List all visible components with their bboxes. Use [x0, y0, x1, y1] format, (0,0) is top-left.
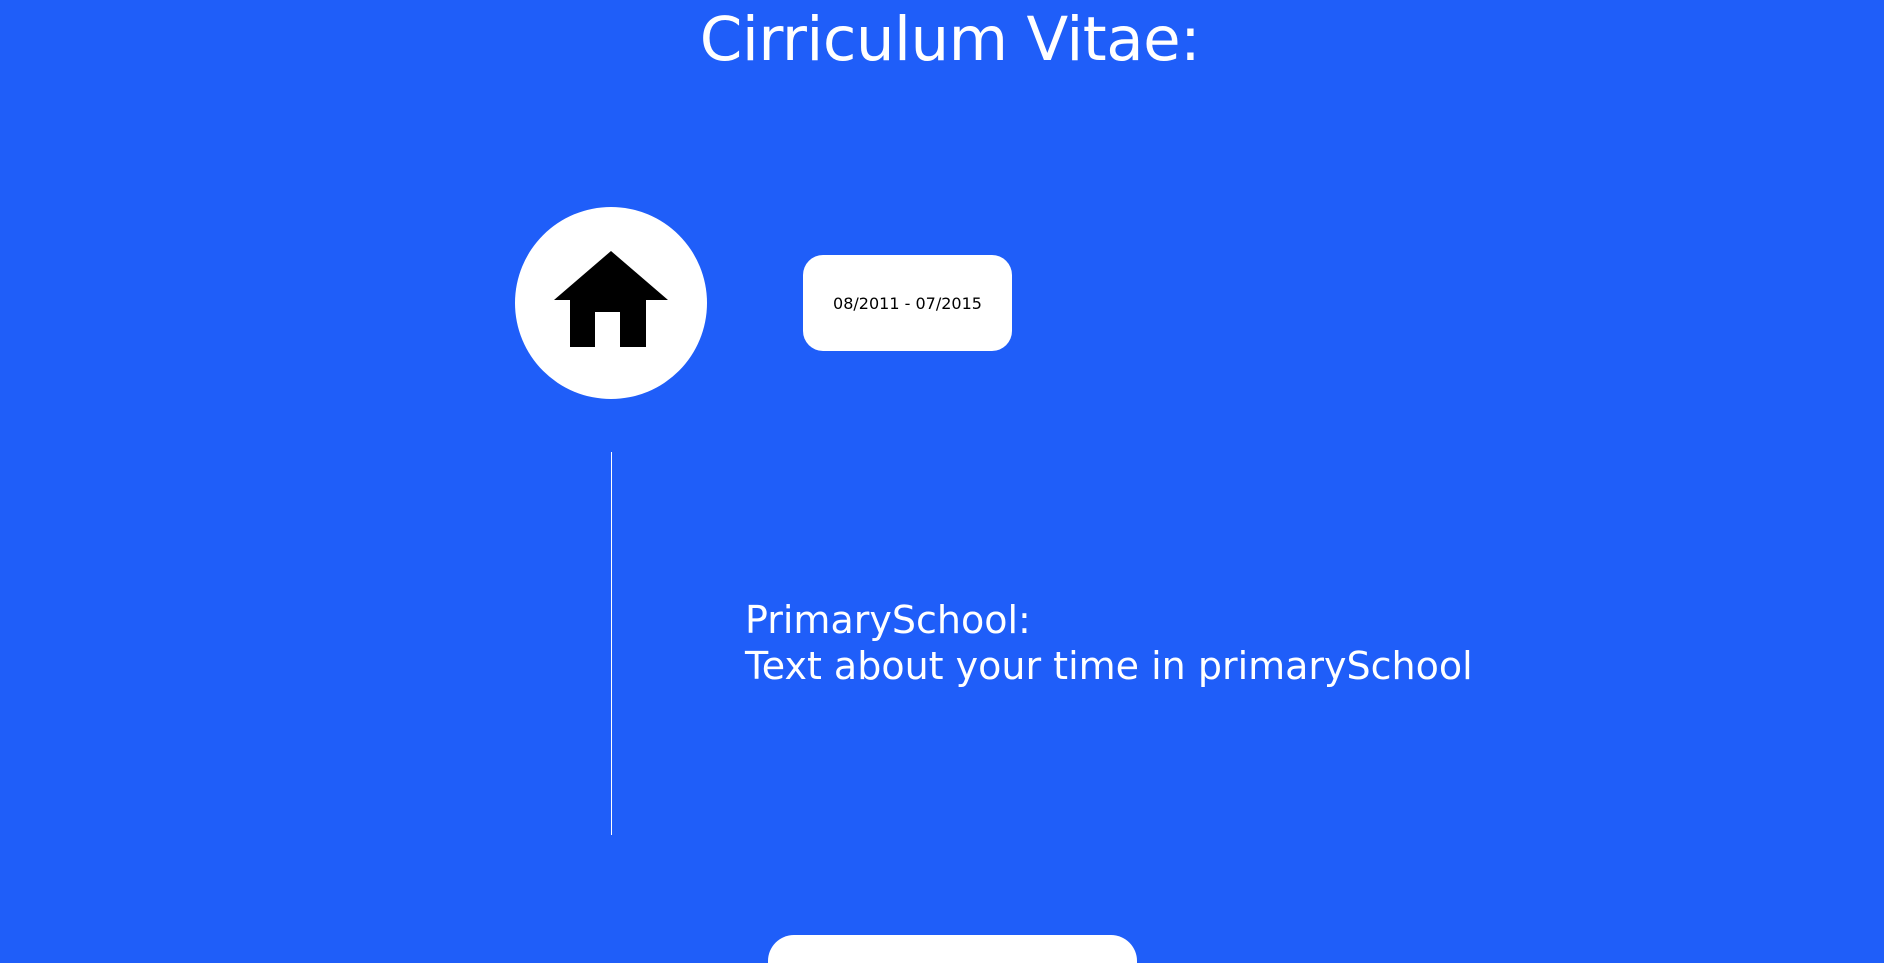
page-title: Cirriculum Vitae:	[699, 4, 1201, 75]
timeline-line	[611, 452, 612, 835]
entry-description: Text about your time in primarySchool	[745, 644, 1473, 688]
timeline-entry: PrimarySchool: Text about your time in p…	[745, 597, 1473, 689]
cv-page: Cirriculum Vitae: 08/2011 - 07/2015 Prim…	[0, 0, 1884, 963]
home-icon	[554, 251, 668, 347]
next-entry-card	[768, 935, 1137, 963]
date-range-badge: 08/2011 - 07/2015	[803, 255, 1012, 351]
entry-heading: PrimarySchool:	[745, 598, 1031, 642]
entry-icon-badge	[515, 207, 707, 399]
date-range-text: 08/2011 - 07/2015	[833, 293, 982, 313]
